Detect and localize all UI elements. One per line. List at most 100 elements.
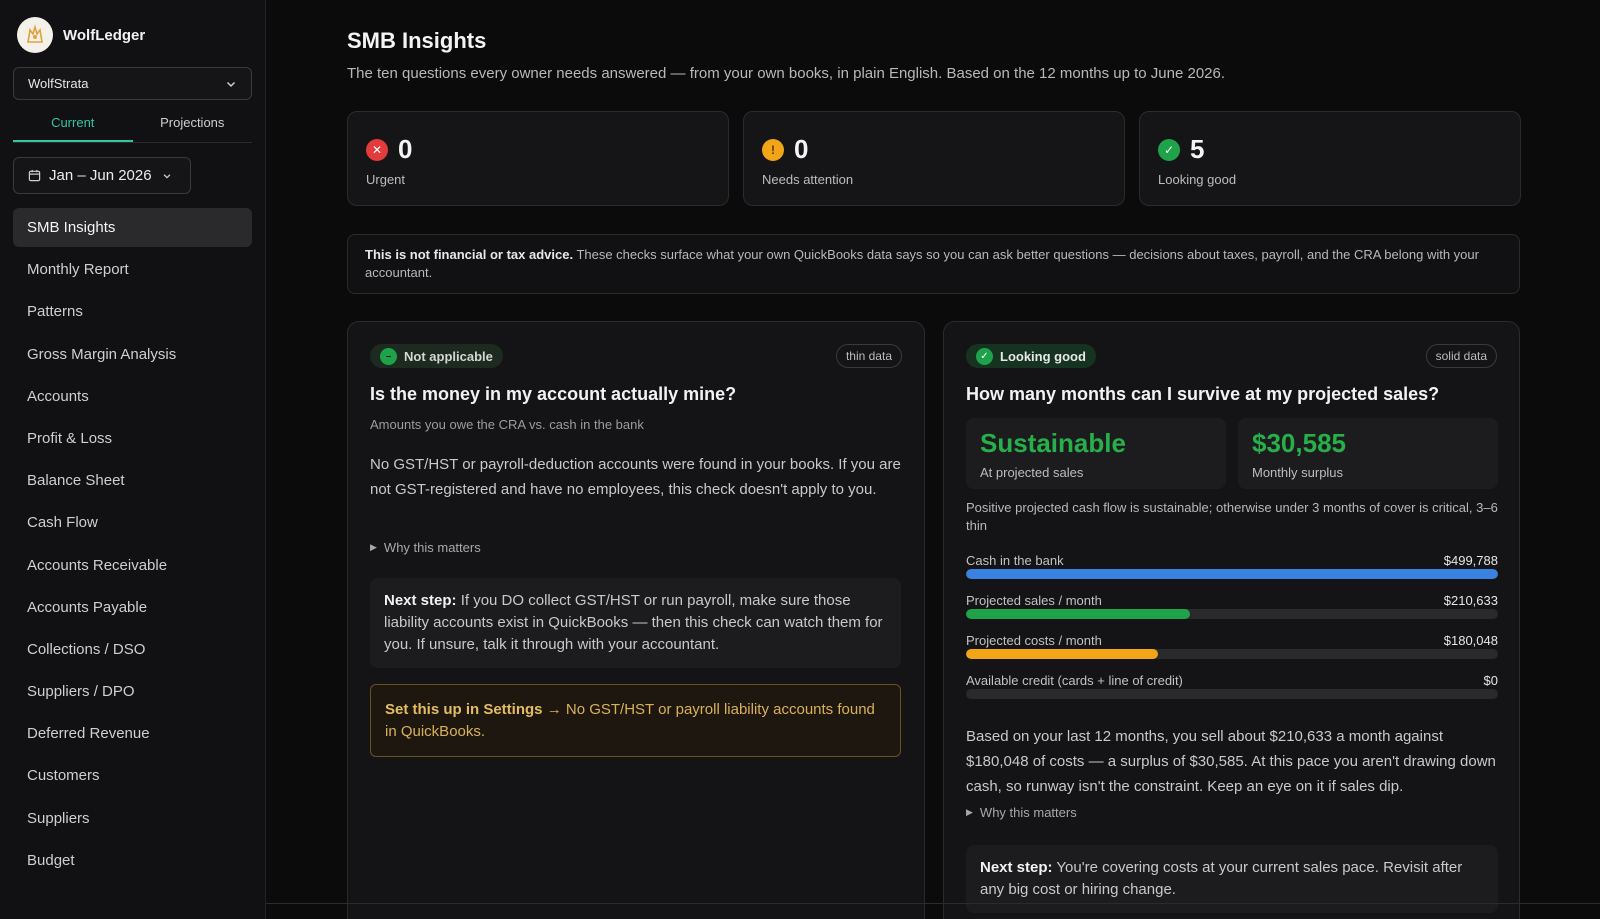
insight-card-runway: ✓ Looking good solid data How many month…	[943, 321, 1520, 919]
stat-value-looking-good: 5	[1190, 134, 1205, 164]
status-badge: – Not applicable	[370, 344, 503, 368]
sidebar-nav: SMB Insights Monthly Report Patterns Gro…	[13, 208, 252, 883]
sidebar-item-deferred-revenue[interactable]: Deferred Revenue	[13, 714, 252, 753]
next-step: Next step: If you DO collect GST/HST or …	[370, 578, 901, 668]
page-subtitle: The ten questions every owner needs answ…	[347, 65, 1226, 82]
bar-label: Projected costs / month	[966, 633, 1102, 648]
bar-fill	[966, 649, 1158, 659]
sidebar-item-collections-dso[interactable]: Collections / DSO	[13, 630, 252, 669]
card-body: No GST/HST or payroll-deduction accounts…	[370, 456, 901, 498]
metric-value: Sustainable	[980, 428, 1126, 458]
sidebar-item-gross-margin-analysis[interactable]: Gross Margin Analysis	[13, 335, 252, 374]
bar-track	[966, 609, 1498, 619]
bar-label: Cash in the bank	[966, 553, 1064, 568]
card-subtitle: Amounts you owe the CRA vs. cash in the …	[370, 417, 644, 432]
sidebar-item-suppliers-dpo[interactable]: Suppliers / DPO	[13, 672, 252, 711]
bar-value: $0	[1483, 673, 1498, 688]
sidebar-item-balance-sheet[interactable]: Balance Sheet	[13, 461, 252, 500]
bar-label: Available credit (cards + line of credit…	[966, 673, 1183, 688]
next-step-text: If you DO collect GST/HST or run payroll…	[384, 592, 883, 653]
stat-label-looking-good: Looking good	[1158, 172, 1237, 187]
metric-monthly-surplus: $30,585 Monthly surplus	[1238, 418, 1498, 489]
arrow-right-icon: →	[546, 701, 562, 718]
stat-card-needs-attention[interactable]: ! 0 Needs attention	[743, 111, 1125, 206]
check-icon: ✓	[976, 347, 993, 365]
stat-card-looking-good[interactable]: ✓ 5 Looking good	[1139, 111, 1521, 206]
data-quality-tag: solid data	[1425, 344, 1497, 368]
bar-value: $210,633	[1443, 593, 1498, 608]
why-this-matters-toggle[interactable]: ▶ Why this matters	[966, 805, 1077, 820]
metric-label: Monthly surplus	[1252, 465, 1344, 480]
card-title: How many months can I survive at my proj…	[966, 384, 1440, 404]
why-this-matters-label: Why this matters	[979, 805, 1077, 820]
date-range-button[interactable]: Jan – Jun 2026	[13, 157, 191, 194]
sidebar-item-accounts-receivable[interactable]: Accounts Receivable	[13, 546, 252, 585]
bar-fill	[966, 569, 1498, 579]
page-title: SMB Insights	[347, 28, 487, 53]
sidebar-item-monthly-report[interactable]: Monthly Report	[13, 250, 252, 289]
stat-label-needs-attention: Needs attention	[762, 172, 854, 187]
x-icon: ✕	[366, 138, 388, 161]
stat-label-urgent: Urgent	[366, 172, 406, 187]
setup-settings-link[interactable]: Set this up in Settings	[385, 701, 543, 718]
check-icon: ✓	[1158, 138, 1180, 161]
metric-sustainability: Sustainable At projected sales	[966, 418, 1226, 489]
sidebar-item-profit-loss[interactable]: Profit & Loss	[13, 419, 252, 458]
organization-select-value: WolfStrata	[28, 76, 89, 91]
metric-value: $30,585	[1252, 428, 1346, 458]
caret-right-icon: ▶	[966, 807, 973, 817]
tab-current[interactable]: Current	[13, 110, 133, 142]
view-tabs: Current Projections	[13, 110, 252, 143]
page-bottom-divider	[266, 903, 1600, 904]
card-title: Is the money in my account actually mine…	[370, 384, 737, 404]
next-step-label: Next step:	[384, 592, 457, 609]
date-range-label: Jan – Jun 2026	[49, 167, 152, 184]
chevron-down-icon	[163, 173, 170, 179]
status-badge-label: Not applicable	[404, 348, 493, 364]
sidebar-item-customers[interactable]: Customers	[13, 756, 252, 795]
organization-select[interactable]: WolfStrata	[13, 67, 252, 100]
wolf-logo-icon	[17, 17, 53, 53]
bar-track	[966, 649, 1498, 659]
bar-track	[966, 689, 1498, 699]
bar-label: Projected sales / month	[966, 593, 1102, 608]
sidebar-item-accounts[interactable]: Accounts	[13, 377, 252, 416]
bar-fill	[966, 609, 1190, 619]
sidebar: WolfLedger WolfStrata Current Projection…	[0, 0, 266, 919]
brand[interactable]: WolfLedger	[17, 17, 145, 53]
bar-projected-sales: Projected sales / month $210,633	[966, 593, 1498, 621]
insight-card-money-mine: – Not applicable thin data Is the money …	[347, 321, 925, 919]
why-this-matters-toggle[interactable]: ▶ Why this matters	[370, 540, 481, 555]
calendar-icon	[28, 169, 41, 182]
sidebar-item-cash-flow[interactable]: Cash Flow	[13, 503, 252, 542]
status-badge-label: Looking good	[1000, 348, 1086, 364]
sidebar-item-accounts-payable[interactable]: Accounts Payable	[13, 588, 252, 627]
bar-cash-in-bank: Cash in the bank $499,788	[966, 553, 1498, 581]
disclaimer-bold: This is not financial or tax advice.	[365, 247, 574, 262]
caret-right-icon: ▶	[370, 542, 377, 552]
sidebar-item-budget[interactable]: Budget	[13, 841, 252, 880]
card-body: Based on your last 12 months, you sell a…	[966, 728, 1496, 795]
runway-note: Positive projected cash flow is sustaina…	[966, 500, 1498, 533]
status-badge: ✓ Looking good	[966, 344, 1096, 368]
bar-track	[966, 569, 1498, 579]
next-step-text: You're covering costs at your current sa…	[980, 859, 1463, 898]
next-step-label: Next step:	[980, 859, 1053, 876]
bar-value: $180,048	[1443, 633, 1498, 648]
sidebar-item-patterns[interactable]: Patterns	[13, 292, 252, 331]
chevron-down-icon	[226, 81, 236, 87]
stat-card-urgent[interactable]: ✕ 0 Urgent	[347, 111, 729, 206]
stat-value-urgent: 0	[398, 134, 413, 164]
setup-callout: Set this up in Settings → No GST/HST or …	[370, 684, 901, 757]
exclamation-icon: !	[762, 138, 784, 161]
sidebar-item-suppliers[interactable]: Suppliers	[13, 799, 252, 838]
brand-name: WolfLedger	[63, 26, 146, 44]
sidebar-item-smb-insights[interactable]: SMB Insights	[13, 208, 252, 247]
bar-available-credit: Available credit (cards + line of credit…	[966, 673, 1498, 701]
metric-label: At projected sales	[980, 465, 1084, 480]
data-quality-tag: thin data	[835, 344, 902, 368]
minus-icon: –	[380, 347, 397, 365]
disclaimer: This is not financial or tax advice. The…	[347, 234, 1520, 294]
bar-value: $499,788	[1443, 553, 1498, 568]
tab-projections[interactable]: Projections	[133, 110, 253, 142]
